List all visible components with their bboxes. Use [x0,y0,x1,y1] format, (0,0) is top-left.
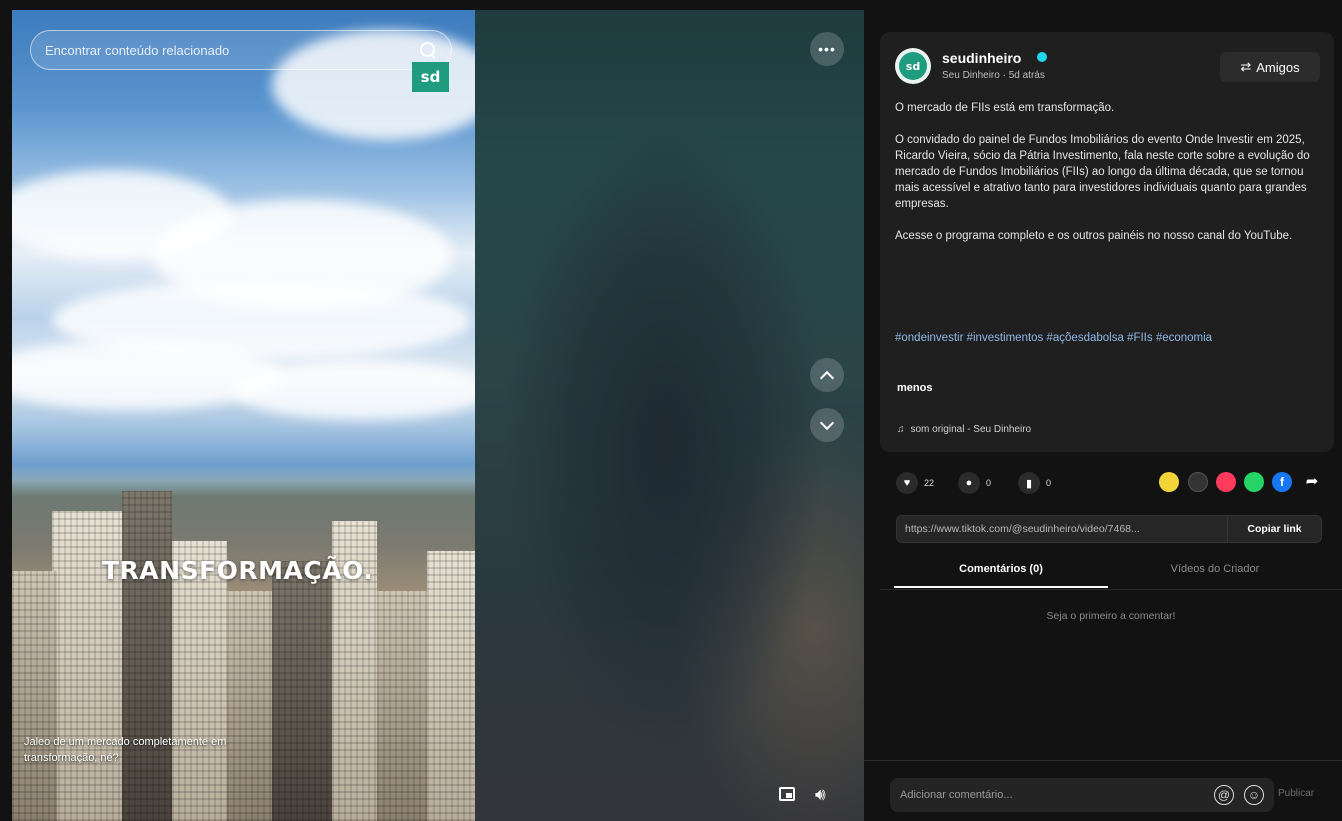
share-embed-icon[interactable] [1159,472,1179,492]
avatar-initials: sd [899,52,927,80]
post-comment-button[interactable]: Publicar [1278,788,1314,799]
share-link-row: https://www.tiktok.com/@seudinheiro/vide… [896,515,1322,543]
comment-icon: ● [958,472,980,494]
previous-video-button[interactable] [810,358,844,392]
video-caption: Jaleo de um mercado completamente em tra… [24,736,227,764]
heart-icon: ♥ [896,472,918,494]
brand-logo: sd [412,62,449,92]
share-code-icon[interactable] [1188,472,1208,492]
share-facebook-icon[interactable]: f [1272,472,1292,492]
description-paragraph: O convidado do painel de Fundos Imobiliá… [895,134,1310,210]
next-video-button[interactable] [810,408,844,442]
emoji-icon[interactable]: ☺ [1244,785,1264,805]
sound-link[interactable]: ♫ som original - Seu Dinheiro [897,424,1031,435]
app-frame: Encontrar conteúdo relacionado sd TRANSF… [0,0,1342,821]
video-player[interactable] [12,10,475,821]
share-link-url[interactable]: https://www.tiktok.com/@seudinheiro/vide… [897,523,1227,535]
verified-badge-icon [1037,52,1047,62]
like-count: 22 [924,478,935,488]
save-count: 0 [1046,478,1052,488]
picture-in-picture-button[interactable] [776,784,798,806]
comment-input[interactable]: Adicionar comentário... @ ☺ [890,778,1274,812]
blurred-background [475,10,864,821]
sound-label: som original - Seu Dinheiro [910,424,1032,435]
save-button[interactable]: ▮ 0 [1018,472,1051,494]
share-friends-icon[interactable] [1216,472,1236,492]
tab-comments[interactable]: Comentários (0) [894,558,1108,588]
comment-placeholder: Adicionar comentário... [900,789,1013,801]
avatar[interactable]: sd [895,48,931,84]
more-options-button[interactable]: ••• [810,32,844,66]
footer-divider [864,760,1342,761]
search-icon[interactable] [419,41,437,59]
mention-icon[interactable]: @ [1214,785,1234,805]
less-link[interactable]: menos [897,382,932,394]
video-overlay-title: TRANSFORMAÇÃO. [102,556,374,585]
empty-comments-message: Seja o primeiro a comentar! [1046,610,1176,622]
post-hashtags[interactable]: #ondeinvestir #investimentos #açõesdabol… [895,330,1295,346]
comment-count: 0 [986,478,992,488]
description-paragraph: O mercado de FIIs está em transformação. [895,102,1115,114]
share-arrow-icon[interactable]: ➦ [1302,472,1322,492]
speaker-icon: 🔊︎ [815,785,826,804]
swap-icon: ⇄ [1240,59,1252,74]
like-button[interactable]: ♥ 22 [896,472,934,494]
copy-link-button[interactable]: Copiar link [1227,516,1321,542]
volume-button[interactable]: 🔊︎ [815,784,839,806]
username[interactable]: seudinheiro [942,50,1021,66]
tabs-divider [880,589,1342,590]
pip-icon [779,787,795,801]
tab-creator-videos[interactable]: Vídeos do Criador [1108,558,1322,588]
post-subline: Seu Dinheiro · 5d atrás [942,70,1045,81]
friends-button[interactable]: ⇄ Amigos [1220,52,1320,82]
post-description: O mercado de FIIs está em transformação.… [895,100,1323,260]
bookmark-icon: ▮ [1018,472,1040,494]
chevron-down-icon [819,415,835,430]
related-search-input[interactable]: Encontrar conteúdo relacionado [30,30,452,70]
chevron-up-icon [819,370,835,385]
comment-button[interactable]: ● 0 [958,472,991,494]
share-whatsapp-icon[interactable] [1244,472,1264,492]
search-placeholder: Encontrar conteúdo relacionado [45,42,230,58]
description-paragraph: Acesse o programa completo e os outros p… [895,230,1293,242]
music-note-icon: ♫ [897,424,905,435]
friends-button-label: Amigos [1256,59,1300,75]
